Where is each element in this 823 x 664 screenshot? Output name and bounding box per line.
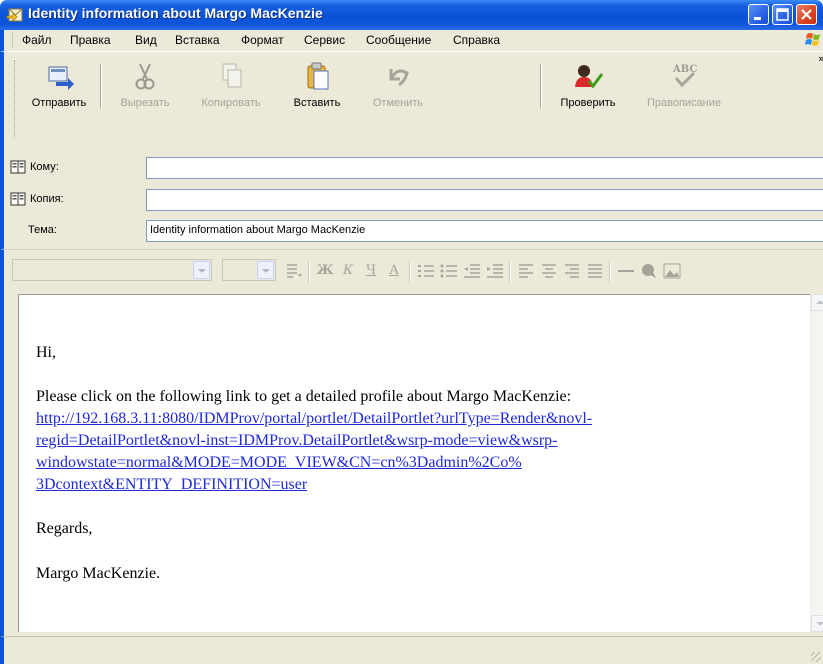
title-bar[interactable]: Identity information about Margo MacKenz…: [0, 0, 823, 30]
align-left-icon[interactable]: [516, 261, 536, 281]
undo-button[interactable]: Отменить: [360, 55, 436, 115]
check-names-icon: [575, 65, 604, 89]
scroll-up-button[interactable]: [811, 294, 823, 311]
paste-button[interactable]: Вставить: [280, 55, 354, 115]
hyperlink-icon[interactable]: [639, 261, 659, 281]
menu-file[interactable]: Файл: [22, 33, 52, 47]
closing-text: Regards,: [36, 520, 93, 537]
close-button[interactable]: [796, 4, 817, 25]
windows-logo-icon: [805, 33, 820, 46]
undo-icon: [389, 69, 409, 87]
paste-label: Вставить: [293, 97, 341, 109]
send-button[interactable]: Отправить: [22, 55, 96, 115]
bold-button[interactable]: Ж: [315, 261, 335, 281]
address-book-icon[interactable]: [10, 192, 26, 206]
message-editor[interactable]: Hi, Please click on the following link t…: [18, 294, 810, 632]
italic-button[interactable]: К: [338, 261, 358, 281]
check-names-button[interactable]: Проверить: [550, 55, 626, 115]
intro-text: Please click on the following link to ge…: [36, 388, 572, 405]
menu-bar: Файл Правка Вид Вставка Формат Сервис Со…: [0, 30, 823, 51]
window-title: Identity information about Margo MacKenz…: [28, 5, 323, 21]
toolbar-separator: [540, 64, 542, 108]
cc-field[interactable]: [146, 189, 823, 211]
menu-help[interactable]: Справка: [453, 33, 500, 47]
undo-label: Отменить: [372, 97, 424, 109]
format-separator: [308, 262, 310, 282]
toolbar-separator: [100, 64, 102, 108]
message-body-area: Hi, Please click on the following link t…: [0, 291, 823, 636]
font-name-select[interactable]: [12, 259, 212, 281]
menu-edit[interactable]: Правка: [70, 33, 111, 47]
maximize-icon: [776, 8, 789, 21]
profile-link-line[interactable]: 3Dcontext&ENTITY_DEFINITION=user: [36, 476, 307, 494]
message-app-icon: [6, 8, 23, 22]
copy-button[interactable]: Копировать: [188, 55, 274, 115]
copy-label: Копировать: [201, 97, 261, 109]
format-separator: [609, 262, 611, 282]
address-book-icon[interactable]: [10, 160, 26, 174]
maximize-button[interactable]: [772, 4, 793, 25]
copy-icon: [222, 63, 242, 88]
message-header: Кому: Копия: Тема: Identity information …: [0, 146, 823, 249]
scroll-down-button[interactable]: [811, 615, 823, 632]
clipboard-icon: [307, 62, 329, 90]
decrease-indent-icon[interactable]: [462, 261, 482, 281]
close-icon: [801, 9, 812, 20]
signature-text: Margo MacKenzie.: [36, 565, 161, 582]
profile-link-line[interactable]: regid=DetailPortlet&novl-inst=IDMProv.De…: [36, 432, 558, 450]
subject-row: Тема: Identity information about Margo M…: [12, 220, 823, 242]
toolbar: Отправить Вырезать Копировать Вставить О…: [0, 51, 823, 146]
align-center-icon[interactable]: [539, 261, 559, 281]
font-color-button[interactable]: А: [384, 261, 404, 281]
menu-tools[interactable]: Сервис: [304, 33, 345, 47]
message-window: Identity information about Margo MacKenz…: [0, 0, 823, 664]
format-separator: [409, 262, 411, 282]
cc-row: Копия:: [10, 189, 823, 211]
spelling-check-icon: ABC: [672, 64, 697, 88]
vertical-scrollbar[interactable]: [810, 294, 823, 632]
scissors-icon: [135, 63, 155, 90]
insert-picture-icon[interactable]: [662, 261, 682, 281]
minimize-icon: [754, 17, 761, 20]
underline-button[interactable]: Ч: [361, 261, 381, 281]
minimize-button[interactable]: [748, 4, 769, 25]
align-right-icon[interactable]: [562, 261, 582, 281]
to-label[interactable]: Кому:: [30, 161, 59, 173]
menu-insert[interactable]: Вставка: [175, 33, 220, 47]
cut-button[interactable]: Вырезать: [107, 55, 183, 115]
formatting-toolbar: Ж К Ч А: [0, 249, 823, 291]
justify-icon[interactable]: [585, 261, 605, 281]
profile-link-line[interactable]: windowstate=normal&MODE=MODE_VIEW&CN=cn%…: [36, 454, 522, 472]
to-field[interactable]: [146, 157, 823, 179]
toolbar-grip[interactable]: [14, 60, 17, 138]
font-size-select[interactable]: [222, 259, 276, 281]
increase-indent-icon[interactable]: [485, 261, 505, 281]
send-icon: [48, 66, 74, 90]
menu-message[interactable]: Сообщение: [366, 33, 431, 47]
send-label: Отправить: [31, 97, 87, 109]
resize-grip[interactable]: [811, 652, 821, 662]
menu-grip[interactable]: [12, 33, 15, 48]
menu-view[interactable]: Вид: [135, 33, 157, 47]
status-bar: [0, 636, 823, 664]
cut-label: Вырезать: [120, 97, 170, 109]
cc-label[interactable]: Копия:: [30, 193, 64, 205]
check-names-label: Проверить: [560, 97, 616, 109]
subject-field[interactable]: Identity information about Margo MacKenz…: [146, 220, 823, 242]
menu-format[interactable]: Формат: [241, 33, 284, 47]
spelling-label: Правописание: [646, 97, 722, 109]
paragraph-style-icon[interactable]: [284, 261, 304, 281]
spelling-button[interactable]: ABC Правописание: [630, 55, 738, 115]
format-separator: [509, 262, 511, 282]
chevron-down-icon[interactable]: [193, 261, 210, 279]
profile-link-line[interactable]: http://192.168.3.11:8080/IDMProv/portal/…: [36, 410, 592, 428]
horizontal-line-icon[interactable]: [616, 261, 636, 281]
subject-label: Тема:: [28, 224, 57, 236]
to-row: Кому:: [10, 157, 823, 179]
chevron-down-icon[interactable]: [257, 261, 274, 279]
numbered-list-icon[interactable]: [416, 261, 436, 281]
bullet-list-icon[interactable]: [439, 261, 459, 281]
greeting-text: Hi,: [36, 344, 56, 361]
toolbar-overflow-chevron[interactable]: »: [818, 52, 823, 65]
